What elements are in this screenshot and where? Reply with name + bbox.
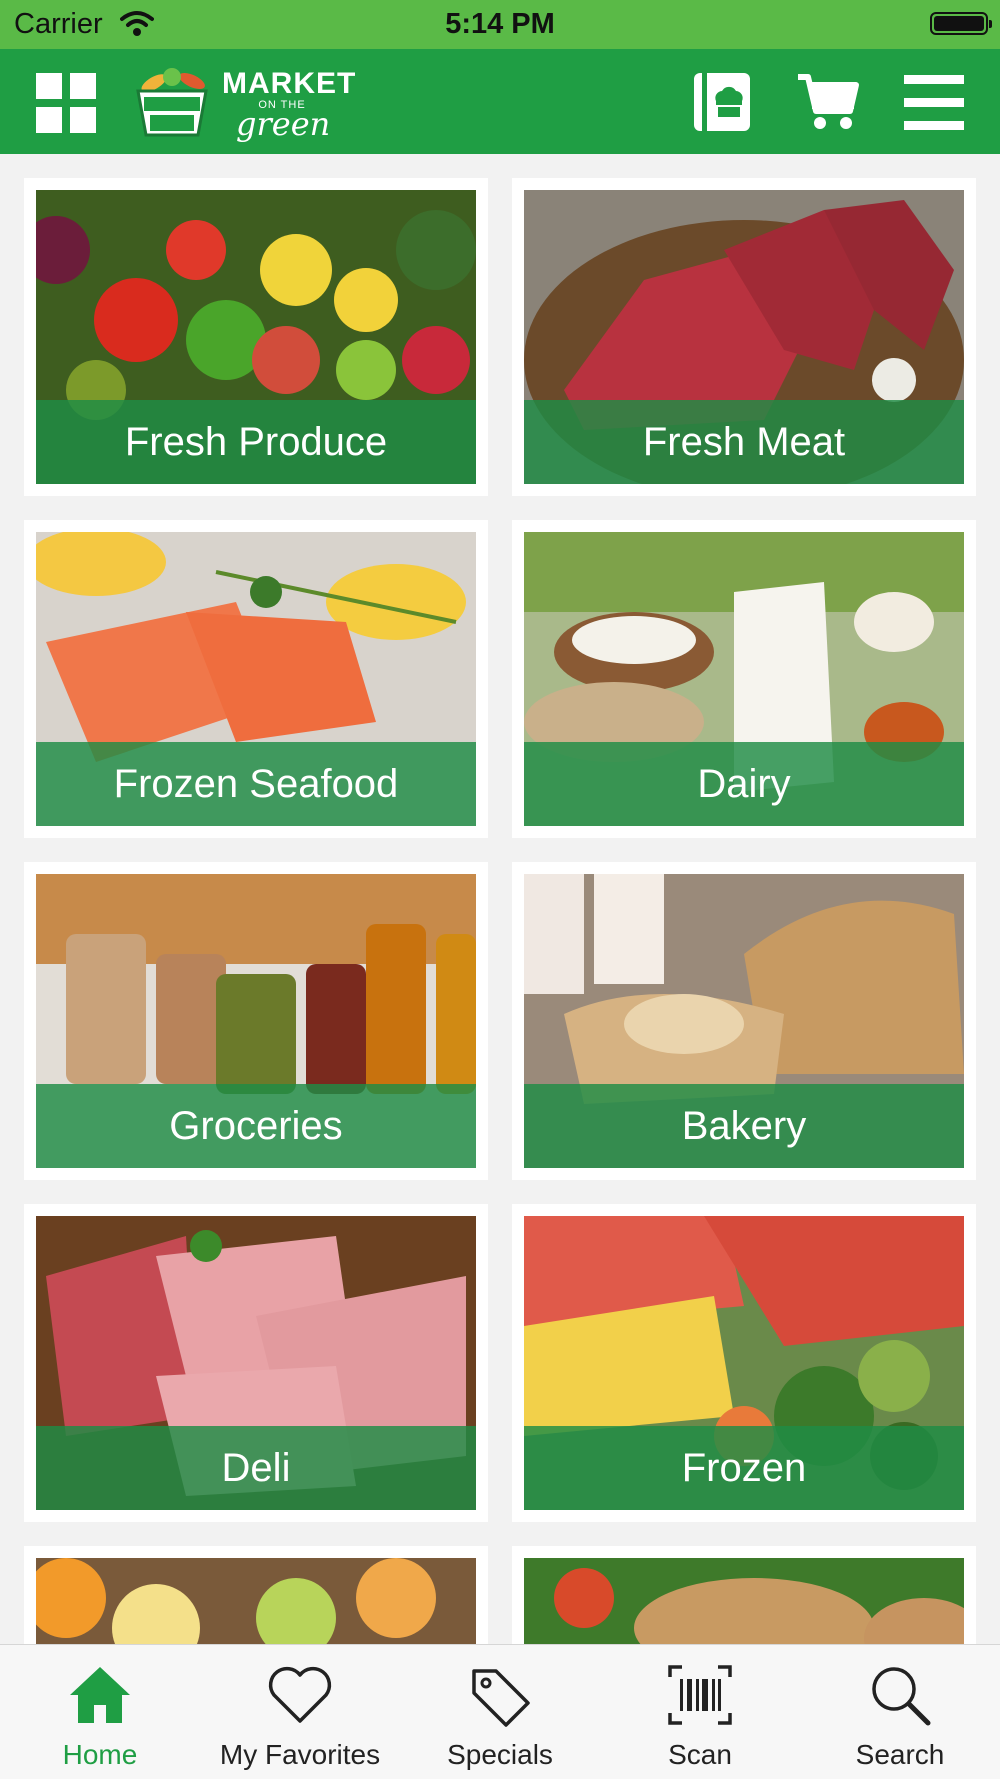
category-card-fresh-meat[interactable]: Fresh Meat	[512, 178, 976, 496]
category-card-dairy[interactable]: Dairy	[512, 520, 976, 838]
heart-icon	[268, 1666, 332, 1723]
status-bar: Carrier 5:14 PM	[0, 0, 1000, 49]
cart-icon[interactable]	[796, 71, 860, 138]
category-label: Bakery	[524, 1084, 964, 1168]
logo-line-green: green	[236, 105, 331, 143]
category-label: Frozen	[524, 1426, 964, 1510]
category-card-bread-partial[interactable]	[512, 1546, 976, 1644]
barcode-icon	[668, 1665, 732, 1725]
category-card-bakery[interactable]: Bakery	[512, 862, 976, 1180]
category-card-groceries[interactable]: Groceries	[24, 862, 488, 1180]
tab-label: Scan	[668, 1739, 732, 1770]
category-label: Fresh Produce	[36, 400, 476, 484]
category-grid: Fresh Produce Fresh Meat Frozen Seafood …	[0, 154, 1000, 1644]
tab-label: My Favorites	[219, 1739, 381, 1770]
category-label: Groceries	[36, 1084, 476, 1168]
status-time: 5:14 PM	[445, 8, 555, 40]
menu-icon[interactable]	[904, 73, 964, 138]
category-card-drinks-partial[interactable]	[24, 1546, 488, 1644]
tag-icon	[472, 1669, 530, 1727]
brand-logo[interactable]: MARKET ON THE green	[130, 61, 360, 145]
tab-label: Search	[855, 1739, 945, 1770]
category-label: Deli	[36, 1426, 476, 1510]
tab-label: Specials	[447, 1739, 553, 1770]
grid-icon[interactable]	[36, 73, 96, 138]
tab-my-favorites[interactable]: My Favorites	[200, 1645, 400, 1779]
home-icon	[70, 1667, 130, 1723]
category-card-deli[interactable]: Deli	[24, 1204, 488, 1522]
app-header: MARKET ON THE green	[0, 49, 1000, 154]
tab-label: Home	[62, 1739, 138, 1770]
tab-scan[interactable]: Scan	[600, 1645, 800, 1779]
tab-bar: Home My Favorites Specials Scan Search	[0, 1644, 1000, 1779]
category-card-frozen-seafood[interactable]: Frozen Seafood	[24, 520, 488, 838]
logo-wordmark: MARKET ON THE green	[222, 67, 356, 143]
battery-icon	[930, 12, 992, 35]
category-label: Fresh Meat	[524, 400, 964, 484]
tab-search[interactable]: Search	[800, 1645, 1000, 1779]
tab-specials[interactable]: Specials	[400, 1645, 600, 1779]
recipe-book-icon[interactable]	[692, 71, 752, 138]
category-card-frozen[interactable]: Frozen	[512, 1204, 976, 1522]
category-card-fresh-produce[interactable]: Fresh Produce	[24, 178, 488, 496]
drinks-image	[36, 1558, 476, 1644]
category-label: Frozen Seafood	[36, 742, 476, 826]
search-icon	[872, 1667, 931, 1726]
bread-image	[524, 1558, 964, 1644]
tab-home[interactable]: Home	[0, 1645, 200, 1779]
logo-line-market: MARKET	[222, 67, 357, 100]
logo-basket-icon	[136, 68, 208, 137]
category-label: Dairy	[524, 742, 964, 826]
